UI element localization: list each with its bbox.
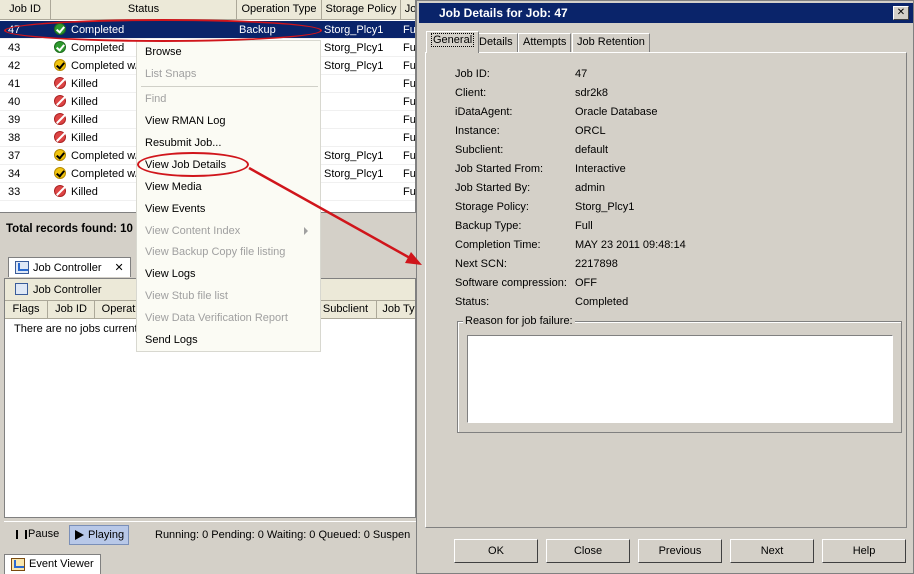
annotation-arrow (248, 166, 422, 265)
tab-general[interactable]: General (426, 31, 480, 53)
tab-general-label: General (431, 33, 475, 47)
